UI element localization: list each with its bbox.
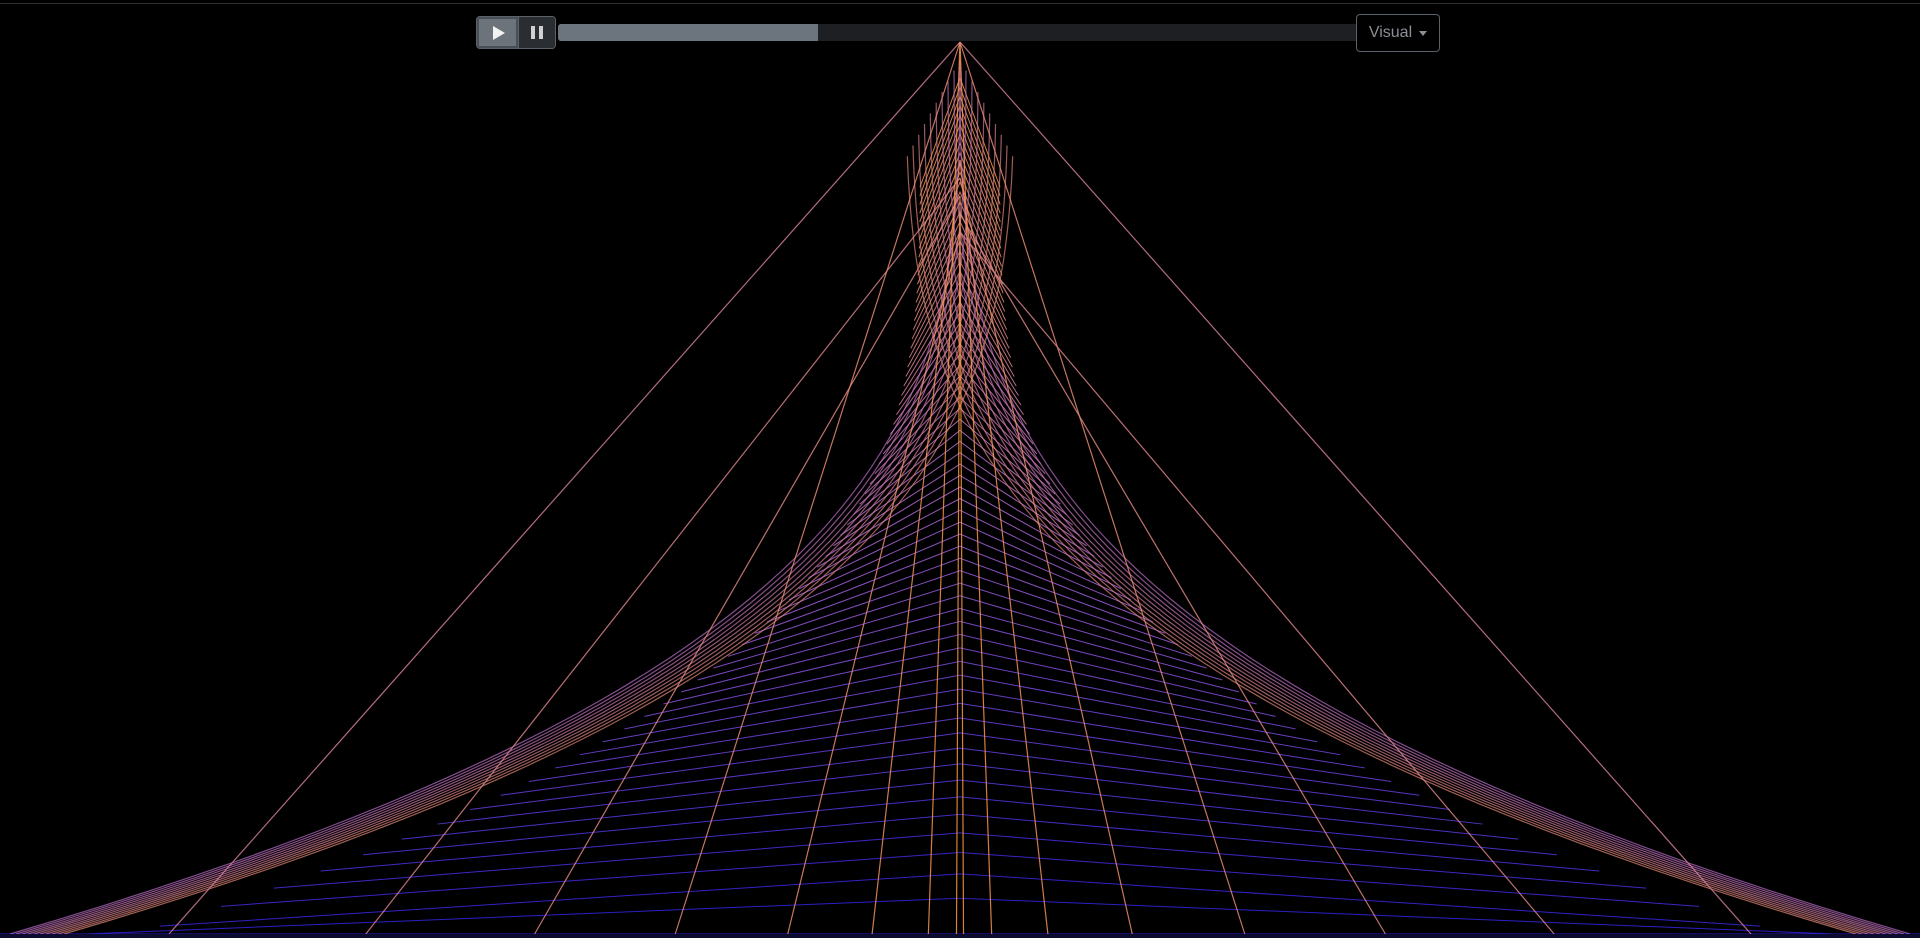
- envelope-curve: [912, 145, 1863, 935]
- mesh-line: [273, 832, 1647, 889]
- mesh-line: [528, 717, 1392, 782]
- mesh-line: [555, 702, 1365, 769]
- progress-fill: [558, 24, 818, 41]
- visual-dropdown-button[interactable]: Visual: [1356, 14, 1440, 52]
- mesh-line: [681, 620, 1239, 693]
- envelope-curve: [941, 91, 1893, 935]
- ray-line: [959, 231, 1555, 935]
- ray-line: [959, 41, 1752, 935]
- visualizer-canvas: [0, 41, 1920, 935]
- envelope-curve: [27, 91, 979, 935]
- visual-dropdown-label: Visual: [1368, 24, 1413, 41]
- ray-line: [534, 195, 961, 935]
- play-icon: [492, 25, 505, 40]
- mesh-line: [470, 747, 1450, 810]
- mesh-line: [847, 440, 1073, 526]
- playback-controls: [476, 16, 556, 49]
- visualizer-app: Visual: [0, 0, 1920, 938]
- mesh-line: [363, 796, 1557, 856]
- player-toolbar: Visual: [476, 14, 1440, 52]
- mesh-line: [86, 897, 1834, 935]
- envelope-curve: [929, 113, 1881, 935]
- bottom-edge: [0, 934, 1920, 938]
- ray-line: [959, 213, 1386, 935]
- mesh-line: [160, 873, 1760, 927]
- mesh-line: [401, 779, 1519, 840]
- mesh-line: [602, 674, 1318, 743]
- mesh-line: [579, 688, 1341, 756]
- envelope-curve: [9, 59, 961, 935]
- envelope-curve: [935, 102, 1887, 935]
- ray-line: [168, 41, 961, 935]
- mesh-line: [320, 813, 1600, 872]
- mesh-line: [869, 396, 1051, 485]
- chevron-down-icon: [1419, 30, 1428, 36]
- play-button[interactable]: [477, 17, 518, 48]
- ray-line: [674, 41, 961, 935]
- envelope-curve: [33, 102, 985, 935]
- progress-bar[interactable]: [558, 24, 1358, 41]
- ray-line: [365, 177, 961, 935]
- mesh-line: [741, 570, 1179, 646]
- ray-line: [787, 231, 961, 935]
- envelope-curve: [15, 70, 967, 935]
- mesh-line: [825, 474, 1095, 557]
- pause-icon: [530, 26, 543, 39]
- visualizer-mesh: [0, 41, 1920, 935]
- mesh-line: [697, 607, 1223, 681]
- envelope-curve: [39, 113, 991, 935]
- envelope-curve: [57, 145, 1008, 935]
- envelope-curve: [953, 70, 1905, 935]
- ray-line: [959, 213, 965, 935]
- pause-button[interactable]: [517, 17, 555, 48]
